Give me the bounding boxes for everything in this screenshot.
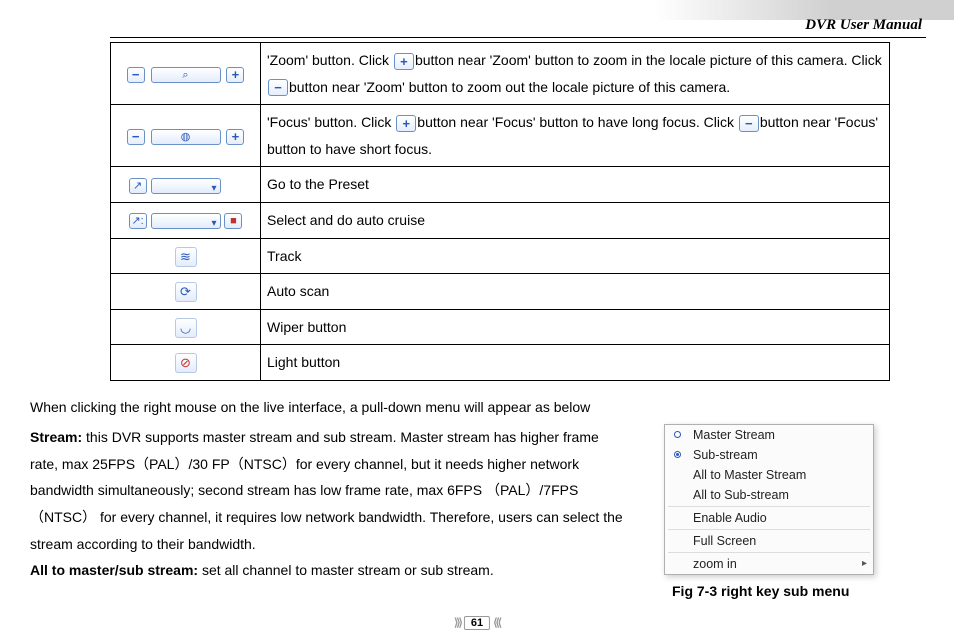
plus-icon: + <box>396 115 416 132</box>
preset-dropdown[interactable] <box>151 178 221 194</box>
text: button near 'Zoom' button to zoom in the… <box>415 52 882 68</box>
radio-icon <box>674 431 681 438</box>
submenu-arrow-icon: ▸ <box>862 558 867 569</box>
table-row: ⟳ Auto scan <box>111 274 890 310</box>
page-number-value: 61 <box>464 616 490 630</box>
track-description: Track <box>261 238 890 274</box>
menu-label: zoom in <box>693 557 737 571</box>
stream-body: this DVR supports master stream and sub … <box>30 429 623 551</box>
menu-item-master-stream[interactable]: Master Stream <box>665 425 873 445</box>
stream-label: Stream: <box>30 429 82 445</box>
focus-control-cell: − ◍ + <box>111 105 261 167</box>
focus-short-button[interactable]: − <box>127 129 145 145</box>
page-ornament-left: ⟩⟩⟩ <box>454 617 461 629</box>
text: 'Zoom' button. Click <box>267 52 393 68</box>
cruise-icon[interactable]: ↗: <box>129 213 147 229</box>
preset-icon[interactable]: ↗ <box>129 178 147 194</box>
page-ornament-right: ⟨⟨⟨ <box>493 617 500 629</box>
autoscan-icon[interactable]: ⟳ <box>175 282 197 302</box>
manual-title: DVR User Manual <box>805 17 922 34</box>
table-row: ◡ Wiper button <box>111 309 890 345</box>
menu-label: Full Screen <box>693 534 756 548</box>
radio-selected-icon <box>674 451 681 458</box>
focus-icon[interactable]: ◍ <box>151 129 221 145</box>
minus-icon: − <box>739 115 759 132</box>
table-row: ≋ Track <box>111 238 890 274</box>
autoscan-cell: ⟳ <box>111 274 261 310</box>
wiper-description: Wiper button <box>261 309 890 345</box>
menu-item-sub-stream[interactable]: Sub-stream <box>665 445 873 465</box>
wiper-icon[interactable]: ◡ <box>175 318 197 338</box>
table-row: ↗: ■ Select and do auto cruise <box>111 202 890 238</box>
menu-item-full-screen[interactable]: Full Screen <box>665 531 873 551</box>
zoom-control-cell: − ⌕ + <box>111 43 261 105</box>
menu-item-zoom-in[interactable]: zoom in ▸ <box>665 554 873 574</box>
light-cell: ⊘ <box>111 345 261 381</box>
wiper-cell: ◡ <box>111 309 261 345</box>
text: button near 'Zoom' button to zoom out th… <box>289 79 730 95</box>
menu-item-all-master[interactable]: All to Master Stream <box>665 465 873 485</box>
text: button near 'Focus' button to have long … <box>417 114 738 130</box>
table-row: − ⌕ + 'Zoom' button. Click +button near … <box>111 43 890 105</box>
table-row: − ◍ + 'Focus' button. Click +button near… <box>111 105 890 167</box>
intro-paragraph: When clicking the right mouse on the liv… <box>30 395 924 420</box>
page-number: ⟩⟩⟩ 61 ⟨⟨⟨ <box>454 616 500 629</box>
track-cell: ≋ <box>111 238 261 274</box>
figure-caption: Fig 7-3 right key sub menu <box>672 583 924 599</box>
page-header: DVR User Manual <box>110 0 926 38</box>
cruise-description: Select and do auto cruise <box>261 202 890 238</box>
text: 'Focus' button. Click <box>267 114 395 130</box>
menu-label: Master Stream <box>693 428 775 442</box>
menu-label: Enable Audio <box>693 511 767 525</box>
menu-item-all-sub[interactable]: All to Sub-stream <box>665 485 873 505</box>
controls-table: − ⌕ + 'Zoom' button. Click +button near … <box>110 42 890 381</box>
focus-long-button[interactable]: + <box>226 129 244 145</box>
menu-label: All to Master Stream <box>693 468 806 482</box>
menu-item-enable-audio[interactable]: Enable Audio <box>665 508 873 528</box>
zoom-out-button[interactable]: − <box>127 67 145 83</box>
track-icon[interactable]: ≋ <box>175 247 197 267</box>
preset-description: Go to the Preset <box>261 167 890 203</box>
menu-label: Sub-stream <box>693 448 758 462</box>
menu-separator <box>668 529 870 530</box>
table-row: ↗ Go to the Preset <box>111 167 890 203</box>
menu-label: All to Sub-stream <box>693 488 789 502</box>
zoom-description: 'Zoom' button. Click +button near 'Zoom'… <box>261 43 890 105</box>
all-stream-label: All to master/sub stream: <box>30 562 198 578</box>
light-description: Light button <box>261 345 890 381</box>
all-stream-body: set all channel to master stream or sub … <box>198 562 494 578</box>
context-menu: Master Stream Sub-stream All to Master S… <box>664 424 874 575</box>
cruise-stop-button[interactable]: ■ <box>224 213 242 229</box>
table-row: ⊘ Light button <box>111 345 890 381</box>
cruise-dropdown[interactable] <box>151 213 221 229</box>
focus-description: 'Focus' button. Click +button near 'Focu… <box>261 105 890 167</box>
cruise-cell: ↗: ■ <box>111 202 261 238</box>
menu-separator <box>668 552 870 553</box>
zoom-in-button[interactable]: + <box>226 67 244 83</box>
menu-separator <box>668 506 870 507</box>
preset-cell: ↗ <box>111 167 261 203</box>
plus-icon: + <box>394 53 414 70</box>
zoom-icon[interactable]: ⌕ <box>151 67 221 83</box>
autoscan-description: Auto scan <box>261 274 890 310</box>
minus-icon: − <box>268 79 288 96</box>
light-icon[interactable]: ⊘ <box>175 353 197 373</box>
stream-paragraph: Stream: this DVR supports master stream … <box>30 424 624 599</box>
